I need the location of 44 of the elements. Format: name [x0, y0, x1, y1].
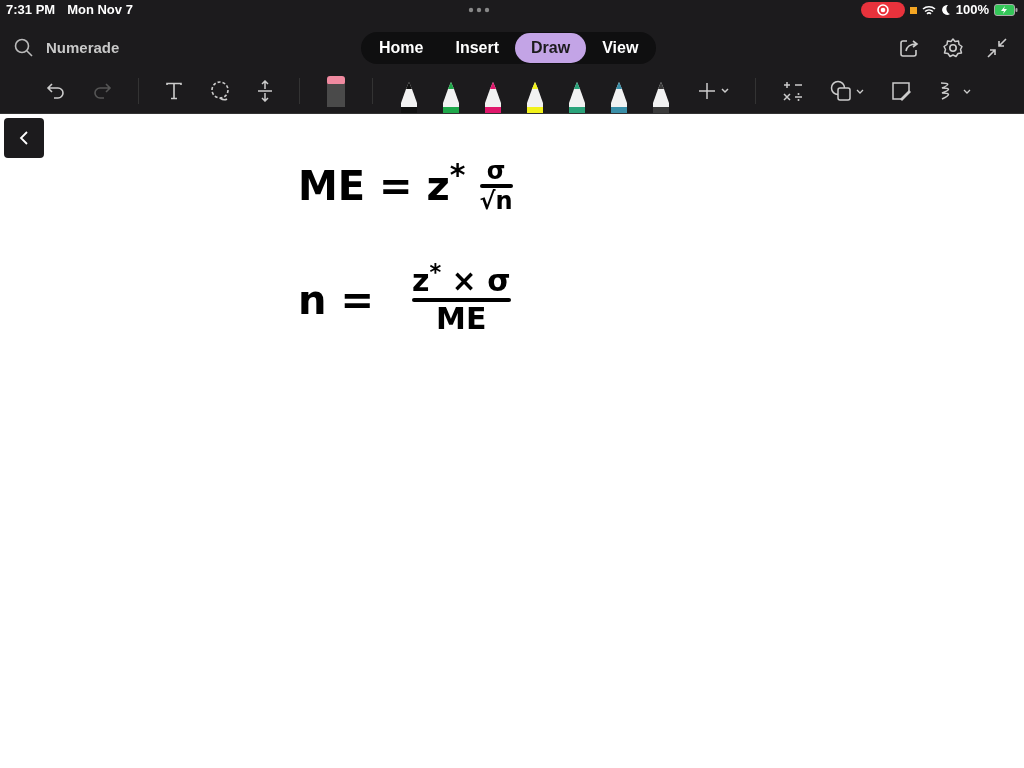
text-tool-icon[interactable]: [165, 82, 183, 100]
pen-icon[interactable]: [609, 81, 629, 113]
handwritten-factor: z$^{*}$: [426, 156, 466, 211]
pen-icon[interactable]: [441, 81, 461, 113]
handwritten-denominator: ME: [436, 302, 487, 336]
battery-percentage: 100%: [955, 1, 989, 20]
screen-recording-indicator: [860, 2, 905, 18]
handwritten-equation-lhs: ME =: [298, 162, 413, 211]
ribbon-tab[interactable]: Draw: [515, 33, 587, 63]
collapse-icon[interactable]: [986, 37, 1008, 59]
moon-icon: [940, 4, 951, 16]
handwritten-denominator: √n: [479, 188, 513, 214]
chevron-left-icon: [19, 130, 29, 146]
handwritten-equation-lhs: n =: [298, 276, 374, 325]
pen-icon[interactable]: [525, 81, 545, 113]
handwritten-numerator: σ: [486, 158, 506, 184]
handwritten-numerator: z$^{*}$ × σ: [411, 264, 511, 298]
add-pen-icon[interactable]: [697, 81, 729, 101]
pen-icon[interactable]: [483, 81, 503, 113]
multitasking-dots-icon: [467, 7, 490, 13]
privacy-indicator-icon: [909, 6, 917, 14]
ribbon-tab[interactable]: View: [586, 33, 655, 63]
wifi-icon: [921, 4, 936, 16]
ribbon-tab[interactable]: Home: [363, 33, 440, 63]
math-icon[interactable]: [782, 80, 804, 102]
pen-icon[interactable]: [567, 81, 587, 113]
share-icon[interactable]: [898, 37, 920, 59]
battery-charging-icon: [994, 4, 1018, 16]
ribbon-tab[interactable]: Insert: [439, 33, 516, 63]
settings-icon[interactable]: [942, 37, 964, 59]
shapes-icon[interactable]: [830, 80, 864, 102]
eraser-icon[interactable]: [326, 75, 346, 107]
status-date: Mon Nov 7: [67, 1, 133, 20]
back-button[interactable]: [4, 118, 44, 158]
search-field[interactable]: Numerade: [46, 36, 186, 60]
lasso-icon[interactable]: [209, 80, 231, 102]
undo-icon[interactable]: [46, 81, 66, 101]
search-icon[interactable]: [14, 38, 34, 58]
sticky-note-icon[interactable]: [890, 80, 912, 102]
pen-icon[interactable]: [399, 81, 419, 113]
pen-icon[interactable]: [651, 81, 671, 113]
ink-to-shape-icon[interactable]: [938, 80, 972, 102]
insert-space-icon[interactable]: [257, 80, 273, 102]
status-time: 7:31 PM: [6, 1, 56, 20]
